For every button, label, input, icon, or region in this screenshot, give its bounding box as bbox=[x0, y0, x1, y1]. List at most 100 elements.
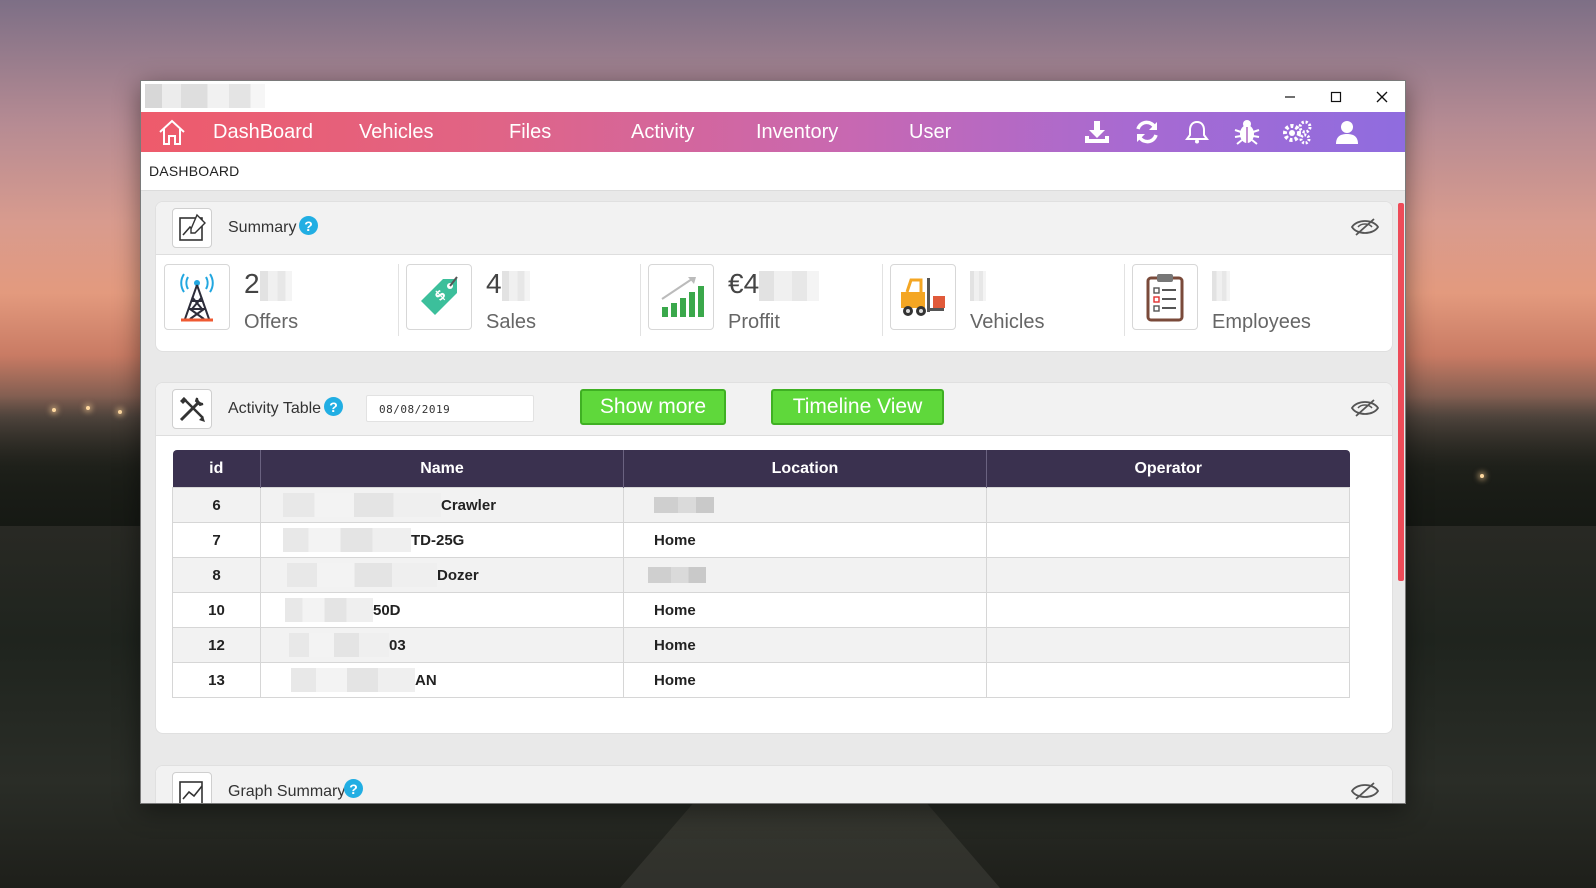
stat-profit-label: Proffit bbox=[728, 311, 780, 333]
close-icon bbox=[1376, 91, 1388, 102]
nav-activity[interactable]: Activity bbox=[631, 112, 694, 152]
nav-inventory[interactable]: Inventory bbox=[756, 112, 838, 152]
table-row[interactable]: 7 TD-25G Home bbox=[172, 522, 1350, 558]
bug-icon bbox=[1234, 120, 1260, 145]
stat-divider bbox=[1124, 264, 1125, 336]
user-icon bbox=[1336, 121, 1358, 144]
cell-operator bbox=[986, 487, 1350, 523]
summary-title: Summary bbox=[228, 219, 297, 236]
hide-graph-summary-icon[interactable] bbox=[1350, 780, 1380, 802]
column-header-id[interactable]: id bbox=[172, 450, 261, 488]
scrollbar-thumb[interactable] bbox=[1398, 203, 1404, 581]
background-light bbox=[52, 408, 56, 412]
background-road bbox=[620, 800, 1000, 888]
table-row[interactable]: 8 Dozer bbox=[172, 557, 1350, 593]
breadcrumb: DASHBOARD bbox=[149, 163, 240, 179]
hide-summary-icon[interactable] bbox=[1350, 216, 1380, 238]
breadcrumb-bar: DASHBOARD bbox=[141, 152, 1405, 191]
timeline-view-button[interactable]: Timeline View bbox=[771, 389, 944, 425]
notifications-button[interactable] bbox=[1181, 118, 1213, 146]
cell-id: 6 bbox=[172, 487, 261, 523]
cell-id: 12 bbox=[172, 627, 261, 663]
edit-chart-icon bbox=[179, 213, 206, 241]
nav-dashboard[interactable]: DashBoard bbox=[213, 112, 313, 152]
activity-table: id Name Location Operator 6 Crawler 7 TD… bbox=[172, 450, 1350, 698]
activity-panel: Activity Table ? 08/08/2019 Show more Ti… bbox=[155, 382, 1393, 734]
window-title-redacted bbox=[145, 84, 265, 108]
stat-divider bbox=[882, 264, 883, 336]
stat-profit: €4 Proffit bbox=[648, 264, 888, 336]
cell-operator bbox=[986, 662, 1350, 698]
stat-vehicles: Vehicles bbox=[890, 264, 1130, 336]
cell-name: TD-25G bbox=[260, 522, 624, 558]
download-icon bbox=[1085, 121, 1109, 143]
cell-id: 10 bbox=[172, 592, 261, 628]
stat-vehicles-label: Vehicles bbox=[970, 311, 1045, 333]
cell-location bbox=[623, 487, 987, 523]
graph-summary-help-icon[interactable]: ? bbox=[344, 779, 363, 798]
stat-vehicles-value bbox=[970, 268, 986, 301]
stat-divider bbox=[398, 264, 399, 336]
cell-location: Home bbox=[623, 522, 987, 558]
radio-tower-icon bbox=[164, 264, 230, 330]
stat-offers: 2 Offers bbox=[164, 264, 404, 336]
cell-name: Dozer bbox=[260, 557, 624, 593]
activity-help-icon[interactable]: ? bbox=[324, 397, 343, 416]
summary-panel: Summary ? 2 Offers $ 4 Sales €4 Proffit … bbox=[155, 201, 1393, 352]
activity-title: Activity Table bbox=[228, 400, 322, 417]
summary-icon bbox=[172, 208, 212, 248]
graph-summary-title: Graph Summary bbox=[228, 783, 346, 800]
download-button[interactable] bbox=[1081, 118, 1113, 146]
stat-offers-label: Offers bbox=[244, 311, 299, 333]
show-more-button[interactable]: Show more bbox=[580, 389, 726, 425]
graph-summary-icon bbox=[172, 772, 212, 803]
table-row[interactable]: 10 50D Home bbox=[172, 592, 1350, 628]
refresh-button[interactable] bbox=[1131, 118, 1163, 146]
minimize-button[interactable] bbox=[1267, 81, 1313, 112]
clipboard-icon bbox=[1132, 264, 1198, 330]
cell-operator bbox=[986, 627, 1350, 663]
cell-id: 13 bbox=[172, 662, 261, 698]
column-header-name[interactable]: Name bbox=[260, 450, 624, 488]
table-row[interactable]: 6 Crawler bbox=[172, 487, 1350, 523]
maximize-button[interactable] bbox=[1313, 81, 1359, 112]
main-nav: DashBoard Vehicles Files Activity Invent… bbox=[141, 112, 1405, 152]
bug-report-button[interactable] bbox=[1231, 118, 1263, 146]
nav-files[interactable]: Files bbox=[509, 112, 551, 152]
settings-button[interactable] bbox=[1281, 118, 1313, 146]
nav-vehicles[interactable]: Vehicles bbox=[359, 112, 434, 152]
cell-id: 7 bbox=[172, 522, 261, 558]
table-row[interactable]: 12 03 Home bbox=[172, 627, 1350, 663]
refresh-icon bbox=[1136, 120, 1158, 144]
table-header-row: id Name Location Operator bbox=[172, 450, 1350, 488]
title-bar[interactable] bbox=[141, 81, 1405, 112]
forklift-icon bbox=[890, 264, 956, 330]
home-button[interactable] bbox=[155, 116, 189, 148]
column-header-operator[interactable]: Operator bbox=[986, 450, 1350, 488]
cell-operator bbox=[986, 592, 1350, 628]
settings-icon bbox=[1283, 120, 1312, 145]
cell-name: 03 bbox=[260, 627, 624, 663]
table-row[interactable]: 13 AN Home bbox=[172, 662, 1350, 698]
tools-icon bbox=[179, 397, 205, 422]
minimize-icon bbox=[1285, 95, 1295, 98]
cell-name: AN bbox=[260, 662, 624, 698]
cell-operator bbox=[986, 557, 1350, 593]
stat-sales: $ 4 Sales bbox=[406, 264, 646, 336]
background-light bbox=[118, 410, 122, 414]
bell-icon bbox=[1185, 120, 1209, 144]
summary-help-icon[interactable]: ? bbox=[299, 216, 318, 235]
activity-icon bbox=[172, 389, 212, 429]
background-light bbox=[1480, 474, 1484, 478]
nav-user[interactable]: User bbox=[909, 112, 951, 152]
stat-sales-value: 4 bbox=[486, 268, 530, 301]
hide-activity-icon[interactable] bbox=[1350, 397, 1380, 419]
trend-chart-icon bbox=[179, 781, 203, 803]
close-button[interactable] bbox=[1359, 81, 1405, 112]
user-profile-button[interactable] bbox=[1331, 118, 1363, 146]
stat-sales-label: Sales bbox=[486, 311, 537, 333]
stat-employees-value bbox=[1212, 268, 1230, 301]
column-header-location[interactable]: Location bbox=[623, 450, 987, 488]
activity-date-input[interactable]: 08/08/2019 bbox=[366, 395, 534, 422]
graph-summary-header: Graph Summary ? bbox=[156, 766, 1392, 803]
